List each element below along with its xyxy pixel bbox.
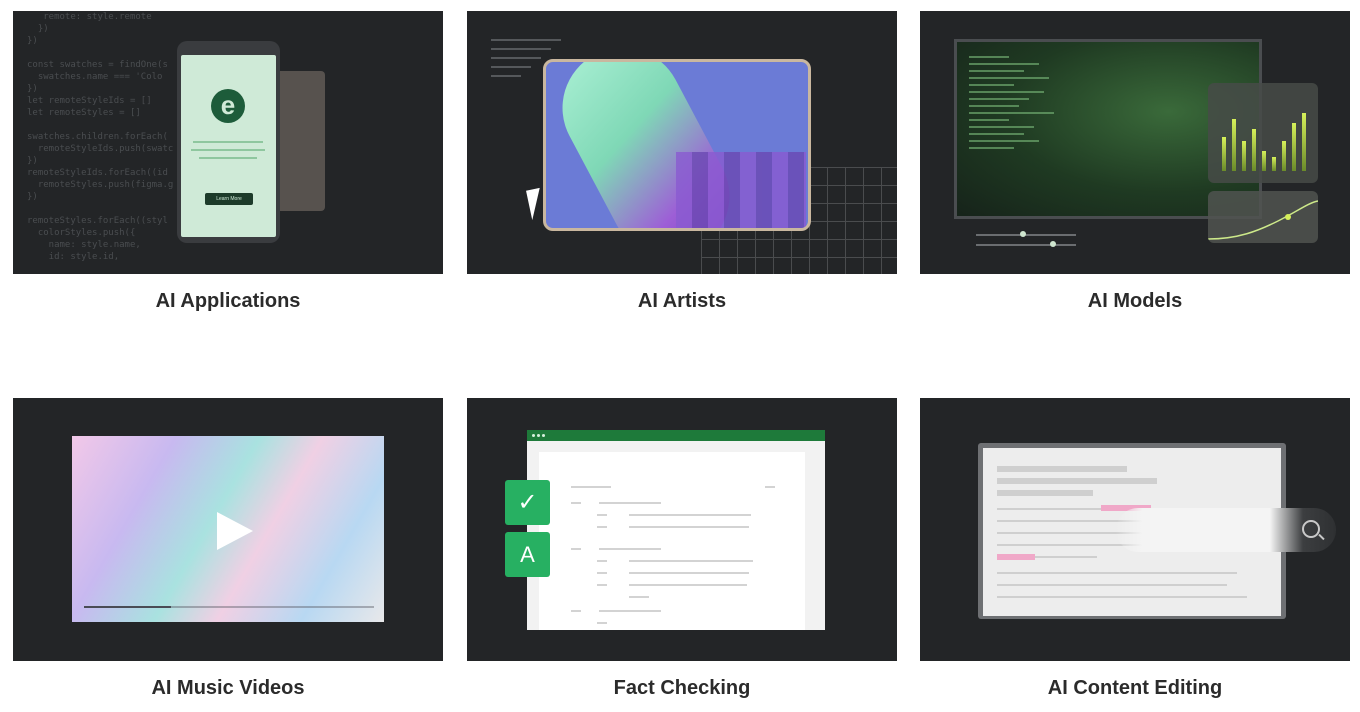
ai-content-editing-thumbnail[interactable] bbox=[920, 398, 1350, 661]
curve-panel bbox=[1208, 191, 1318, 243]
learn-more-button: Learn More bbox=[205, 193, 253, 205]
video-progress-fill bbox=[84, 606, 171, 608]
check-icon: ✓ bbox=[505, 480, 550, 525]
ai-models-thumbnail[interactable] bbox=[920, 11, 1350, 274]
ai-applications-thumbnail[interactable]: remote: style.remote }) }) const swatche… bbox=[13, 11, 443, 274]
card-title[interactable]: AI Applications bbox=[13, 290, 443, 313]
card-title[interactable]: AI Artists bbox=[467, 290, 897, 313]
text-a-icon: A bbox=[505, 532, 550, 577]
document-window bbox=[527, 430, 825, 630]
phone-screen: e Learn More bbox=[181, 55, 276, 237]
ai-artists-thumbnail[interactable] bbox=[467, 11, 897, 274]
video-player bbox=[72, 436, 384, 622]
play-icon bbox=[217, 512, 253, 550]
slider-knob bbox=[1020, 231, 1026, 237]
card-title[interactable]: Fact Checking bbox=[467, 677, 897, 700]
phone-mockup: e Learn More bbox=[177, 41, 280, 243]
fact-checking-thumbnail[interactable]: ✓ A bbox=[467, 398, 897, 661]
card-title[interactable]: AI Music Videos bbox=[13, 677, 443, 700]
search-bar bbox=[1116, 508, 1336, 552]
video-progress-bar bbox=[84, 606, 374, 608]
slider-track bbox=[976, 244, 1076, 246]
tablet-artwork bbox=[543, 59, 811, 231]
bar-chart-panel bbox=[1208, 83, 1318, 183]
phone-back-screen bbox=[275, 71, 325, 211]
card-title[interactable]: AI Models bbox=[920, 290, 1350, 313]
search-icon bbox=[1302, 520, 1320, 538]
card-title[interactable]: AI Content Editing bbox=[920, 677, 1350, 700]
highlight-mark bbox=[997, 554, 1035, 560]
slider-knob bbox=[1050, 241, 1056, 247]
app-logo-icon: e bbox=[211, 89, 245, 123]
window-title-bar bbox=[527, 430, 825, 441]
slider-track bbox=[976, 234, 1076, 236]
code-lines bbox=[969, 56, 1054, 154]
document-content bbox=[539, 452, 805, 630]
ai-music-videos-thumbnail[interactable] bbox=[13, 398, 443, 661]
pixelated-overlay bbox=[676, 152, 806, 228]
